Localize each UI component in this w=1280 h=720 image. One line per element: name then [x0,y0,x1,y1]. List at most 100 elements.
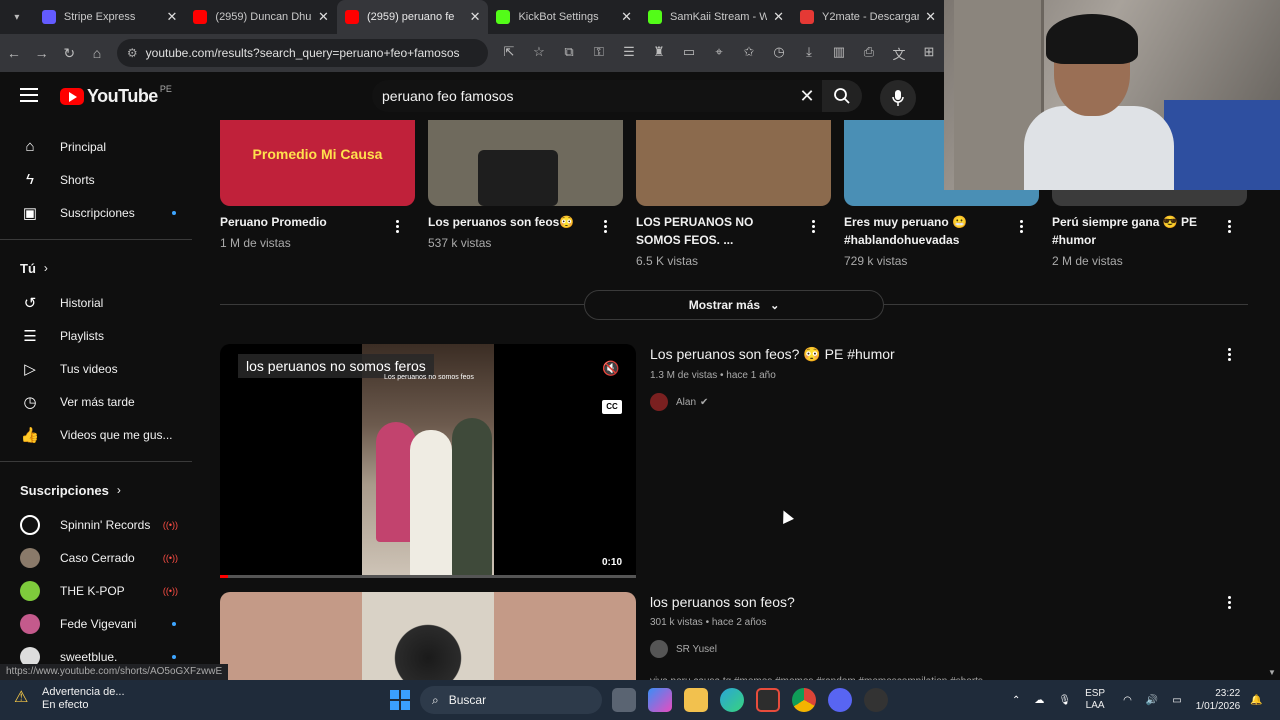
sidebar-heading-subscriptions[interactable]: Suscripciones › [0,472,200,508]
sidebar-item-historial[interactable]: ↺ Historial [0,286,200,319]
close-icon[interactable]: ✕ [621,9,632,25]
app-icon[interactable] [864,688,888,712]
print-icon[interactable]: ⎙ [854,44,884,63]
video-thumbnail[interactable] [220,592,636,680]
short-card[interactable]: LOS PERUANOS NO SOMOS FEOS. ... 6.5 K vi… [636,120,831,268]
sidebar-heading-you[interactable]: Tú › [0,250,200,286]
battery-icon[interactable]: ▭ [1172,695,1181,706]
store-icon[interactable] [756,688,780,712]
cloud-icon[interactable]: ☁ [1034,695,1044,706]
bookmark-star-icon[interactable]: ☆ [524,44,554,63]
browser-tab-active[interactable]: (2959) peruano fe ✕ [336,0,489,34]
sidebar-item-liked-videos[interactable]: 👍 Videos que me gus... [0,418,200,451]
extension-icon[interactable]: ♜ [644,44,674,63]
back-icon[interactable]: ← [0,45,28,61]
weather-widget[interactable]: ⚠ Advertencia de... En efecto [14,686,125,712]
browser-tab[interactable]: SamKaii Stream - Wa ✕ [640,0,792,34]
language-indicator[interactable]: ESP LAA [1085,688,1105,712]
search-input[interactable]: peruano feo famosos ✕ [372,80,822,112]
site-info-icon[interactable]: ⚙ [127,46,138,60]
browser-toolbar: ← → ↻ ⌂ ⚙ youtube.com/results?search_que… [0,34,944,72]
voice-search-button[interactable] [880,80,916,116]
video-title[interactable]: los peruanos son feos? [650,594,1210,610]
clock[interactable]: 23:22 1/01/2026 [1196,687,1241,713]
wifi-icon[interactable]: ◠ [1123,695,1132,706]
sidebar-item-shorts[interactable]: ϟ Shorts [0,163,200,196]
reader-icon[interactable]: ☰ [614,44,644,63]
extensions-icon[interactable]: ⧉ [554,44,584,63]
taskbar-search[interactable]: ⌕ Buscar [420,686,602,714]
chevron-up-icon[interactable]: ⌃ [1012,695,1020,706]
open-in-icon[interactable]: ⇱ [494,44,524,63]
short-card[interactable]: Promedio Mi Causa Peruano Promedio 1 M d… [220,120,415,250]
history-icon[interactable]: ◷ [764,44,794,63]
search-button[interactable] [822,80,862,112]
close-icon[interactable]: ✕ [318,9,329,25]
show-more-button[interactable]: Mostrar más ⌄ [584,290,884,320]
card-icon[interactable]: ▭ [674,44,704,63]
channel-link[interactable]: SR Yusel [650,640,1210,658]
location-icon[interactable]: ⌖ [704,44,734,63]
clear-search-icon[interactable]: ✕ [792,86,822,107]
apps-icon[interactable]: ⊞ [914,44,944,63]
more-options-icon[interactable] [1228,348,1231,363]
short-card[interactable]: Los peruanos son feos😳 537 k vistas [428,120,623,250]
captions-icon[interactable]: CC [602,400,622,414]
more-options-icon[interactable] [1020,220,1026,235]
sidebar-sub-caso-cerrado[interactable]: Caso Cerrado ((•)) [0,541,200,574]
reload-icon[interactable]: ↻ [55,45,83,62]
video-thumbnail[interactable]: los peruanos no somos feros Los peruanos… [220,344,636,578]
trash-icon[interactable]: ▥ [824,44,854,63]
close-icon[interactable]: ✕ [925,9,936,25]
edge-icon[interactable] [720,688,744,712]
translate-icon[interactable]: 文 [884,44,914,63]
download-icon[interactable]: ⤓ [794,44,824,63]
menu-icon[interactable] [20,88,38,102]
file-explorer-icon[interactable] [684,688,708,712]
microphone-icon[interactable]: 🎙 [1058,695,1071,706]
sidebar-item-ver-mas-tarde[interactable]: ◷ Ver más tarde [0,385,200,418]
channel-link[interactable]: Alan ✔ [650,393,1210,411]
address-bar[interactable]: ⚙ youtube.com/results?search_query=perua… [116,39,488,67]
close-icon[interactable]: ✕ [167,9,178,25]
browser-tab[interactable]: KickBot Settings ✕ [488,0,640,34]
sidebar-sub-the-k-pop[interactable]: THE K-POP ((•)) [0,574,200,607]
chrome-icon[interactable] [792,688,816,712]
sidebar-sub-spinnin-records[interactable]: Spinnin' Records ((•)) [0,508,200,541]
volume-icon[interactable]: 🔊 [1146,695,1158,706]
video-progress-bar[interactable] [220,575,636,578]
video-title[interactable]: Los peruanos son feos? 😳 PE #humor [650,346,1210,363]
home-icon[interactable]: ⌂ [83,45,111,61]
browser-tab[interactable]: Stripe Express ✕ [34,0,186,34]
sidebar-item-suscripciones[interactable]: ▣ Suscripciones [0,196,200,229]
close-icon[interactable]: ✕ [470,9,481,25]
scroll-down-icon[interactable]: ▼ [1268,668,1276,677]
short-thumbnail[interactable]: Promedio Mi Causa [220,120,415,206]
close-icon[interactable]: ✕ [773,9,784,25]
sidebar-item-principal[interactable]: ⌂ Principal [0,130,200,163]
more-options-icon[interactable] [604,220,610,235]
task-view-icon[interactable] [612,688,636,712]
youtube-logo[interactable]: YouTube PE [60,84,172,107]
discord-icon[interactable] [828,688,852,712]
sidebar-item-tus-videos[interactable]: ▷ Tus videos [0,352,200,385]
browser-tab[interactable]: (2959) Duncan Dhu ✕ [185,0,337,34]
mute-icon[interactable]: 🔇 [602,360,619,377]
sidebar-sub-fede-vigevani[interactable]: Fede Vigevani [0,607,200,640]
forward-icon[interactable]: → [28,45,56,61]
browser-tab[interactable]: Y2mate - Descargar ✕ [792,0,944,34]
short-thumbnail[interactable] [636,120,831,206]
more-options-icon[interactable] [396,220,402,235]
windows-start-icon[interactable] [390,690,410,710]
notification-icon[interactable]: 🔔 [1250,695,1262,706]
more-options-icon[interactable] [1228,220,1234,235]
short-thumbnail[interactable] [428,120,623,206]
avatar [20,580,40,601]
sidebar-item-playlists[interactable]: ☰ Playlists [0,319,200,352]
tab-search-icon[interactable]: ▾ [0,12,34,23]
favorites-icon[interactable]: ✩ [734,44,764,63]
more-options-icon[interactable] [812,220,818,235]
key-icon[interactable]: ⚿ [584,44,614,63]
copilot-icon[interactable] [648,688,672,712]
more-options-icon[interactable] [1228,596,1231,611]
